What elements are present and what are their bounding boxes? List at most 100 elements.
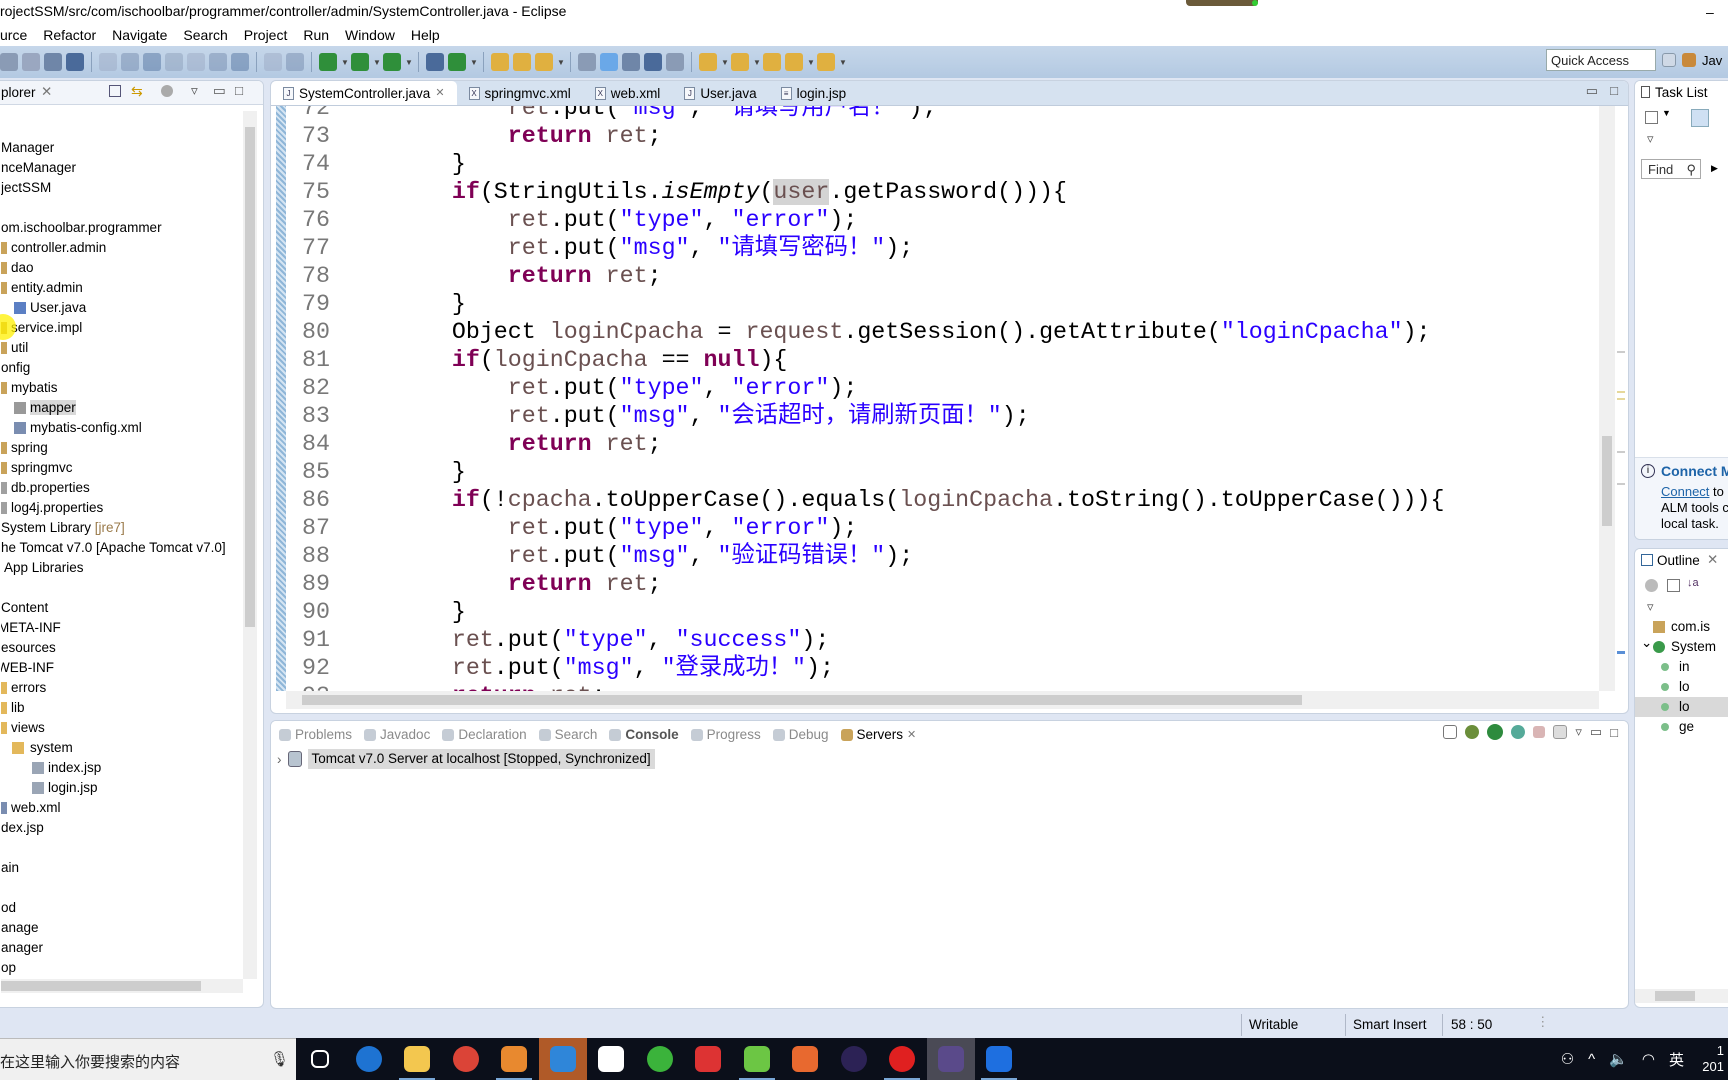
tree-item[interactable]: op [1, 958, 16, 977]
jav-ee-ide-taskbar-button[interactable] [926, 1038, 975, 1080]
dropdown-arrow-icon[interactable]: ▼ [557, 58, 565, 67]
outline-item[interactable]: lo [1635, 677, 1728, 697]
maximize-icon[interactable]: □ [235, 83, 243, 98]
task-list-title[interactable]: Task List [1655, 85, 1708, 100]
collapse-icon[interactable] [1443, 725, 1458, 739]
tree-item[interactable]: anage [1, 918, 39, 938]
menu-item-refactor[interactable]: Refactor [35, 24, 104, 46]
expand-chevron-icon[interactable]: › [277, 752, 282, 767]
bottom-tab-progress[interactable]: Progress [685, 721, 767, 749]
tree-item[interactable]: META-INF [1, 618, 61, 638]
link-with-editor-icon[interactable]: ⇆ [131, 83, 143, 100]
new-task-icon[interactable] [1645, 111, 1658, 124]
suspend-icon[interactable] [121, 53, 139, 71]
tree-item[interactable]: onfig [1, 358, 30, 378]
tree-item[interactable]: views [1, 718, 45, 738]
maximize-icon[interactable]: □ [1610, 83, 1618, 98]
qq-taskbar-button[interactable] [684, 1038, 732, 1080]
bottom-tab-servers[interactable]: Servers ✕ [834, 721, 923, 749]
task-view-taskbar-button[interactable] [296, 1038, 344, 1080]
new-server-icon[interactable] [426, 53, 444, 71]
view-menu-icon[interactable]: ▿ [191, 83, 198, 99]
view-menu-icon[interactable]: ▿ [1647, 131, 1654, 147]
recorder-taskbar-button[interactable] [878, 1038, 926, 1080]
tree-item[interactable]: Content [1, 598, 48, 618]
open-perspective-icon[interactable] [1662, 53, 1676, 67]
editor-vertical-scrollbar[interactable] [1599, 106, 1615, 691]
open-task-icon[interactable] [513, 53, 531, 71]
tree-item[interactable]: entity.admin [1, 278, 83, 298]
block-selection-icon[interactable] [622, 53, 640, 71]
explorer-title[interactable]: plorer [1, 85, 36, 100]
menu-item-project[interactable]: Project [236, 24, 296, 46]
app-u-taskbar-button[interactable] [538, 1038, 587, 1080]
clock[interactable]: 1 201 [1698, 1043, 1724, 1075]
collapse-all-icon[interactable] [109, 85, 121, 97]
categorized-icon[interactable] [1691, 109, 1709, 127]
wps-taskbar-button[interactable] [975, 1038, 1023, 1080]
outline-item[interactable]: lo [1635, 697, 1728, 717]
bottom-tab-declaration[interactable]: Declaration [436, 721, 532, 749]
prev-annotation-icon[interactable] [731, 53, 749, 71]
tree-item[interactable]: WEB-INF [1, 658, 54, 678]
bottom-tab-debug[interactable]: Debug [767, 721, 835, 749]
collapse-all-icon[interactable] [1667, 579, 1680, 592]
people-icon[interactable]: ⚇ [1561, 1050, 1574, 1068]
tree-item[interactable]: mapper [14, 398, 76, 418]
leaf-app-taskbar-button[interactable] [733, 1038, 781, 1080]
open-type-icon[interactable] [491, 53, 509, 71]
start-server-icon[interactable] [1487, 724, 1504, 740]
minimize-icon[interactable]: ▭ [213, 83, 226, 99]
pilcrow-icon[interactable] [666, 53, 684, 71]
expand-arrow-icon[interactable]: ▶ [1711, 163, 1718, 174]
drop-frame-icon[interactable] [286, 53, 304, 71]
explorer-vertical-scrollbar[interactable] [243, 111, 257, 979]
minimize-icon[interactable]: ▭ [1586, 83, 1598, 99]
editor-horizontal-scrollbar[interactable] [286, 691, 1599, 709]
save-all-icon[interactable] [0, 53, 18, 71]
tree-item[interactable]: index.jsp [32, 758, 101, 778]
tree-item[interactable]: od [1, 898, 16, 918]
tree-item[interactable]: ain [1, 858, 19, 878]
tree-item[interactable]: dao [1, 258, 34, 278]
edge-taskbar-button[interactable] [345, 1038, 393, 1080]
fox-browser-taskbar-button[interactable] [490, 1038, 538, 1080]
back-icon[interactable] [785, 53, 803, 71]
server-row[interactable]: › Tomcat v7.0 Server at localhost [Stopp… [277, 749, 655, 769]
stop-server-icon[interactable] [1533, 726, 1546, 738]
toggle-mark-occurrences-icon[interactable] [578, 53, 596, 71]
tree-item[interactable]: User.java [14, 298, 86, 318]
java-perspective-button[interactable]: Jav [1702, 53, 1722, 68]
tree-item[interactable]: util [1, 338, 28, 358]
menu-item-navigate[interactable]: Navigate [104, 24, 175, 46]
eclipse-taskbar-button[interactable] [830, 1038, 878, 1080]
dropdown-arrow-icon[interactable]: ▼ [753, 58, 761, 67]
toggle-highlight-icon[interactable] [600, 53, 618, 71]
view-menu-icon[interactable]: ▿ [1575, 724, 1582, 740]
disconnect-icon[interactable] [165, 53, 183, 71]
ime-indicator[interactable]: 英 [1669, 1049, 1684, 1070]
skip-breakpoints-icon[interactable] [66, 53, 84, 71]
new-class-icon[interactable] [448, 53, 466, 71]
tree-item[interactable]: System Library [jre7] [1, 518, 125, 538]
tree-item[interactable]: nceManager [1, 158, 76, 178]
profile-server-icon[interactable] [1511, 725, 1526, 739]
show-whitespace-icon[interactable] [644, 53, 662, 71]
tree-item[interactable]: system [12, 738, 73, 758]
outline-item[interactable]: ge [1635, 717, 1728, 737]
tree-item[interactable]: dex.jsp [1, 818, 44, 838]
step-into-icon[interactable] [187, 53, 205, 71]
overview-ruler[interactable] [1615, 106, 1627, 691]
last-edit-icon[interactable] [763, 53, 781, 71]
tree-item[interactable]: Manager [1, 138, 54, 158]
outline-horizontal-scrollbar[interactable] [1635, 989, 1728, 1003]
volume-icon[interactable]: 🔈 [1609, 1050, 1628, 1068]
bottom-tab-javadoc[interactable]: Javadoc [358, 721, 436, 749]
chrome-taskbar-button[interactable] [442, 1038, 490, 1080]
dropdown-arrow-icon[interactable]: ▼ [341, 58, 349, 67]
file-explorer-taskbar-button[interactable] [393, 1038, 441, 1080]
menu-item-search[interactable]: Search [175, 24, 235, 46]
tree-item[interactable]: lib [1, 698, 25, 718]
editor-tab-systemcontroller-java[interactable]: J SystemController.java ✕ [271, 81, 457, 105]
save-icon[interactable] [22, 53, 40, 71]
